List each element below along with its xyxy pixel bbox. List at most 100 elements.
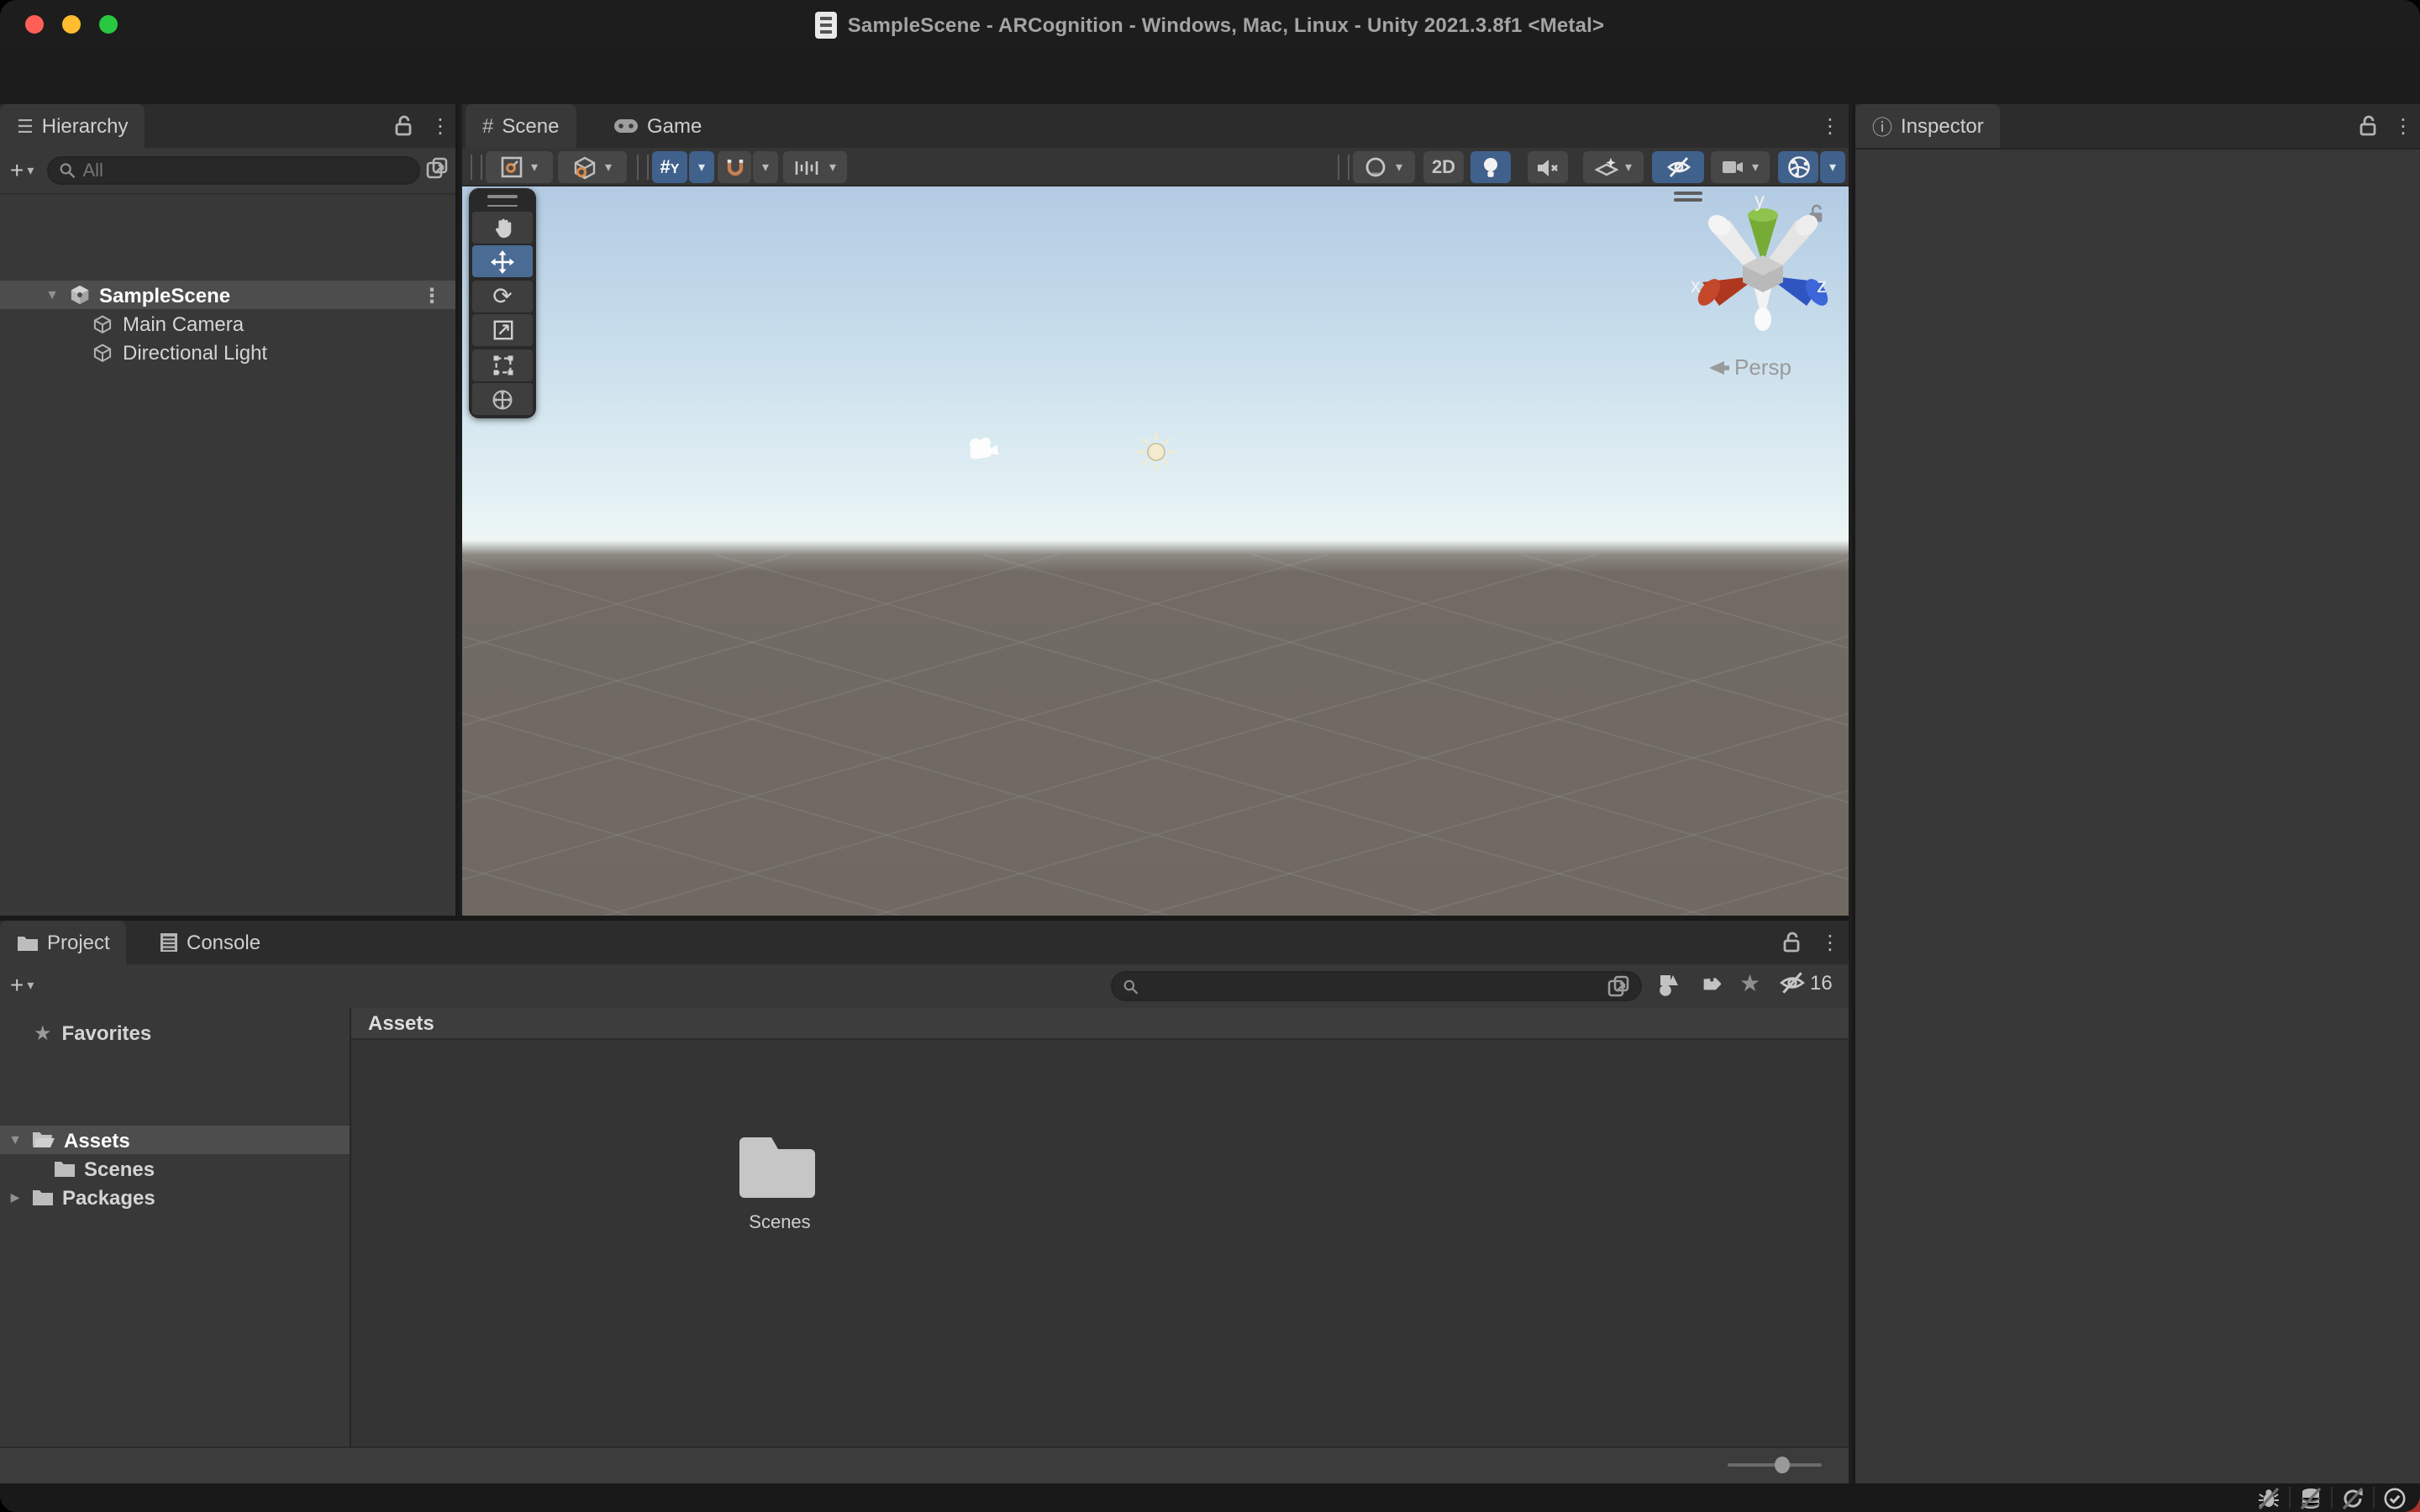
axis-y-label[interactable]: y — [1754, 188, 1765, 212]
open-in-window-icon — [426, 157, 448, 179]
disclosure-triangle-icon[interactable]: ▶ — [7, 1190, 24, 1204]
slider-thumb[interactable] — [1775, 1457, 1790, 1473]
tree-item-favorites[interactable]: ★ Favorites — [0, 1018, 350, 1047]
minimize-window-button[interactable] — [62, 15, 81, 34]
search-icon — [1123, 979, 1139, 994]
tree-item-assets[interactable]: ▼ Assets — [0, 1126, 350, 1154]
auto-refresh-disabled-button[interactable] — [2341, 1486, 2365, 1509]
open-in-window-icon[interactable] — [1607, 974, 1630, 998]
scene-audio-button[interactable] — [1528, 151, 1568, 183]
create-object-button[interactable]: + ▾ — [10, 156, 34, 183]
axis-z-label[interactable]: z — [1817, 274, 1827, 297]
projection-toggle[interactable]: Persp — [1709, 354, 1791, 380]
gizmos-button[interactable] — [1778, 151, 1818, 183]
camera-icon — [1723, 161, 1744, 173]
unlock-icon — [395, 115, 412, 136]
tool-settings-button[interactable]: ▾ — [486, 151, 553, 183]
search-by-label-button[interactable] — [1697, 973, 1721, 996]
hierarchy-row-main-camera[interactable]: Main Camera — [0, 309, 455, 338]
scene-camera-dropdown[interactable]: ▾ — [1711, 151, 1770, 183]
hand-tool-button[interactable] — [472, 211, 533, 243]
hierarchy-tab-label: Hierarchy — [41, 114, 129, 138]
thumbnail-size-slider[interactable] — [1728, 1457, 1822, 1473]
hierarchy-row-directional-light[interactable]: Directional Light — [0, 338, 455, 366]
project-search-input[interactable] — [1147, 976, 1598, 996]
transform-tool-button[interactable] — [472, 383, 533, 415]
project-panel: Project Console ⋮ + ▾ ★ 16 ★ Favorites ▼… — [0, 916, 1849, 1483]
plus-icon: + — [10, 971, 24, 998]
hidden-objects-button[interactable] — [1652, 151, 1704, 183]
search-by-type-button[interactable] — [1655, 973, 1681, 998]
project-tab-label: Project — [47, 931, 110, 954]
inspector-menu-button[interactable]: ⋮ — [2393, 114, 2413, 138]
tab-hierarchy[interactable]: ☰ Hierarchy — [0, 104, 145, 148]
shading-mode-dropdown[interactable]: ▾ — [1353, 151, 1415, 183]
axis-x-label[interactable]: x — [1691, 274, 1701, 297]
kebab-icon: ⋮ — [1820, 931, 1840, 954]
disclosure-triangle-icon[interactable]: ▼ — [7, 1132, 24, 1147]
cache-server-disabled-button[interactable] — [2299, 1486, 2323, 1509]
inspector-lock-button[interactable] — [2358, 114, 2378, 136]
hierarchy-search-field[interactable] — [47, 156, 420, 185]
title-bar: SampleScene - ARCognition - Windows, Mac… — [0, 0, 2420, 49]
kebab-icon: ⋮ — [1820, 114, 1840, 138]
pivot-orientation-button[interactable]: ▾ — [558, 151, 627, 183]
toolbar-grip — [471, 155, 482, 180]
hierarchy-search-input[interactable] — [82, 160, 408, 181]
tab-console[interactable]: Console — [143, 921, 277, 964]
palette-drag-handle[interactable] — [472, 193, 533, 208]
favorite-search-button[interactable]: ★ — [1739, 969, 1760, 998]
project-search-field[interactable] — [1111, 971, 1642, 1001]
rect-tool-button[interactable] — [472, 349, 533, 381]
snap-button[interactable] — [718, 151, 751, 183]
tree-label: Packages — [62, 1185, 155, 1209]
scene-camera-gizmo-icon[interactable] — [963, 433, 1003, 465]
debugger-disabled-button[interactable] — [2257, 1486, 2281, 1509]
tab-inspector[interactable]: ⓘ Inspector — [1855, 104, 2001, 148]
scene-effects-dropdown[interactable]: ▾ — [1583, 151, 1644, 183]
project-lock-button[interactable] — [1781, 931, 1802, 953]
tab-game[interactable]: Game — [597, 104, 718, 148]
hidden-packages-button[interactable]: 16 — [1778, 971, 1833, 995]
grid-visibility-button[interactable]: #Y — [652, 151, 687, 183]
hierarchy-lock-button[interactable] — [393, 114, 413, 136]
gizmos-dropdown[interactable]: ▾ — [1820, 151, 1845, 183]
check-circle-icon — [2384, 1487, 2406, 1509]
snap-increment-button[interactable]: ▾ — [783, 151, 847, 183]
eye-slash-icon — [1665, 157, 1691, 177]
hierarchy-menu-button[interactable]: ⋮ — [430, 114, 450, 138]
grid-visibility-dropdown[interactable]: ▾ — [689, 151, 714, 183]
assets-breadcrumb: Assets — [351, 1008, 1849, 1040]
hierarchy-list-icon: ☰ — [17, 117, 34, 137]
rotate-tool-button[interactable]: ⟳ — [472, 280, 533, 312]
ground-grid — [462, 554, 1849, 916]
inspector-tabbar: ⓘ Inspector ⋮ — [1855, 104, 2420, 150]
scale-tool-button[interactable] — [472, 314, 533, 346]
tab-scene[interactable]: # Scene — [466, 104, 576, 148]
disclosure-triangle-icon[interactable]: ▼ — [44, 287, 60, 302]
search-icon — [60, 163, 75, 178]
scene-panel: # Scene Game ⋮ ▾ ▾ #Y ▾ ▾ ▾ ▾ 2D ▾ ▾ ▾ ⟳… — [462, 104, 1849, 916]
scene-viewport[interactable]: ⟳ y x z Persp — [462, 186, 1849, 916]
hierarchy-pick-window-button[interactable] — [425, 156, 449, 180]
toggle-2d-button[interactable]: 2D — [1423, 151, 1464, 183]
create-asset-button[interactable]: + ▾ — [10, 971, 34, 998]
move-tool-button[interactable] — [472, 245, 533, 277]
folder-icon — [55, 1161, 75, 1176]
tab-project[interactable]: Project — [0, 921, 127, 964]
hierarchy-row-scene[interactable]: ▼ SampleScene ⋮ — [0, 281, 455, 309]
asset-folder-scenes[interactable]: Scenes — [739, 1134, 820, 1233]
scene-light-gizmo-icon[interactable] — [1136, 432, 1176, 472]
scene-menu-button[interactable]: ⋮ — [1820, 114, 1840, 138]
close-window-button[interactable] — [25, 15, 44, 34]
scene-lighting-button[interactable] — [1470, 151, 1511, 183]
project-menu-button[interactable]: ⋮ — [1820, 931, 1840, 954]
tree-item-scenes[interactable]: Scenes — [0, 1154, 350, 1183]
lightbulb-icon — [1484, 157, 1497, 176]
tree-item-packages[interactable]: ▶ Packages — [0, 1183, 350, 1211]
snap-dropdown[interactable]: ▾ — [753, 151, 778, 183]
scene-menu-button[interactable]: ⋮ — [422, 283, 442, 307]
grid-y-icon: #Y — [660, 157, 680, 177]
activity-ok-indicator[interactable] — [2383, 1486, 2407, 1509]
zoom-window-button[interactable] — [99, 15, 118, 34]
